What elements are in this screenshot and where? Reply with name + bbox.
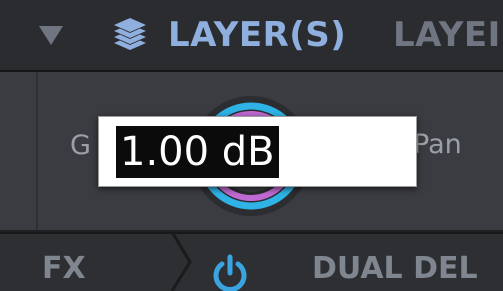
panel-divider: [36, 72, 38, 230]
power-icon[interactable]: [210, 254, 250, 291]
effect-name-label[interactable]: DUAL DEL: [312, 250, 478, 288]
gain-value-input[interactable]: 1.00 dB: [98, 116, 417, 187]
gain-value-selected-text[interactable]: 1.00 dB: [116, 126, 279, 178]
pan-label: Pan: [413, 129, 462, 160]
tab-layer-truncated[interactable]: LAYEI: [393, 14, 501, 56]
gain-label: G: [70, 130, 91, 161]
fx-label[interactable]: FX: [42, 250, 86, 288]
collapse-triangle-icon[interactable]: [38, 24, 64, 46]
chevron-separator-icon: [170, 231, 194, 291]
fx-bar-divider: [0, 232, 503, 234]
layers-stack-icon: [108, 16, 152, 56]
panel-header: LAYER(S) LAYEI: [0, 0, 503, 72]
tab-layers[interactable]: LAYER(S): [168, 14, 346, 56]
fx-bar: FX DUAL DEL: [0, 231, 503, 291]
layer-panel: LAYER(S) LAYEI G Pan 1.00 dB FX DUAL DEL: [0, 0, 503, 291]
